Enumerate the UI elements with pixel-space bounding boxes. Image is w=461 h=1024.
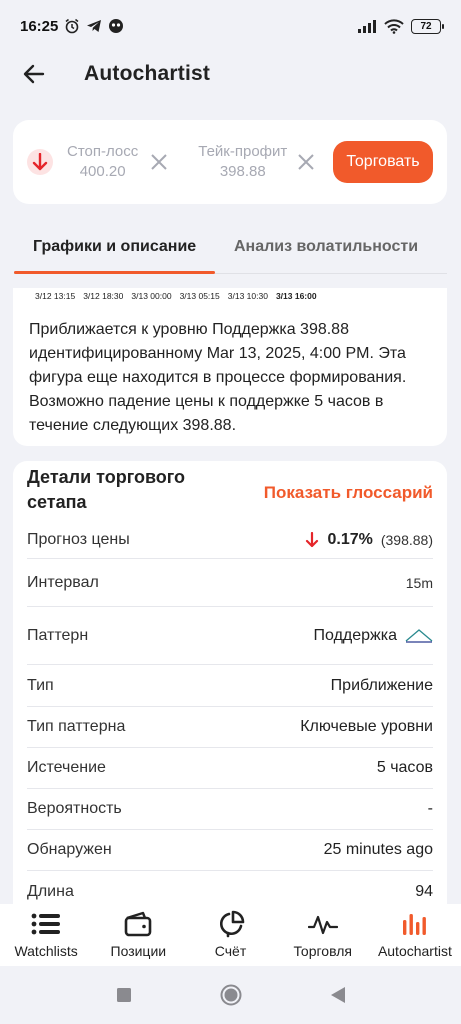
- active-tab-indicator: [14, 271, 215, 274]
- nav-label: Позиции: [110, 943, 167, 959]
- take-profit-label: Тейк-профит: [198, 143, 288, 160]
- detail-row-probability: Вероятность -: [27, 789, 433, 830]
- detail-value: 15m: [405, 574, 433, 591]
- detail-row-pattern-type: Тип паттерна Ключевые уровни: [27, 707, 433, 748]
- detail-label: Интервал: [27, 573, 99, 591]
- detail-row-detected: Обнаружен 25 minutes ago: [27, 830, 433, 871]
- time-tick: 3/13 00:00: [131, 291, 172, 301]
- detail-row-type: Тип Приближение: [27, 665, 433, 707]
- bar-signal-icon: [402, 911, 428, 937]
- detail-value: 25 minutes ago: [323, 841, 433, 858]
- list-icon: [31, 911, 61, 937]
- time-tick: 3/12 13:15: [35, 291, 76, 301]
- time-tick: 3/13 10:30: [227, 291, 268, 301]
- detail-row-interval: Интервал 15m: [27, 559, 433, 607]
- alarm-icon: [64, 18, 80, 34]
- detail-target-price: (398.88): [380, 531, 433, 548]
- detail-value: 94: [415, 882, 433, 900]
- stop-loss-label: Стоп-лосс: [67, 143, 139, 160]
- stop-loss-value: 400.20: [79, 163, 126, 180]
- system-navigation-bar: [0, 966, 461, 1024]
- wallet-icon: [124, 911, 152, 937]
- tab-volatility-analysis[interactable]: Анализ волатильности: [234, 222, 418, 272]
- nav-watchlists[interactable]: Watchlists: [0, 904, 92, 966]
- nav-trading[interactable]: Торговля: [277, 904, 369, 966]
- home-button[interactable]: [220, 984, 242, 1006]
- circle-icon: [220, 984, 241, 1006]
- tab-charts-description[interactable]: Графики и описание: [33, 222, 196, 272]
- trade-button[interactable]: Торговать: [333, 141, 433, 183]
- nav-positions[interactable]: Позиции: [92, 904, 184, 966]
- signal-icon: [357, 19, 377, 33]
- close-icon: [151, 154, 167, 170]
- detail-label: Истечение: [27, 759, 106, 776]
- nav-label: Watchlists: [14, 943, 78, 959]
- pie-chart-icon: [217, 910, 245, 938]
- detail-label: Тип: [27, 676, 54, 694]
- status-time: 16:25: [20, 17, 59, 35]
- bottom-navigation: Watchlists Позиции Счёт Торговля Autocha…: [0, 904, 461, 966]
- back-arrow-icon: [23, 64, 45, 84]
- line-chart-icon: [307, 911, 338, 937]
- stop-loss-field[interactable]: Стоп-лосс 400.20: [67, 142, 138, 182]
- app-notification-icon: [108, 18, 124, 34]
- back-button[interactable]: [14, 54, 54, 94]
- show-glossary-link[interactable]: Показать глоссарий: [264, 483, 433, 503]
- nav-autochartist[interactable]: Autochartist: [369, 904, 461, 966]
- time-tick: 3/13 16:00: [275, 291, 317, 301]
- detail-label: Вероятность: [27, 800, 122, 817]
- system-back-button[interactable]: [330, 986, 346, 1004]
- down-arrow-icon: [306, 531, 319, 547]
- detail-label: Паттерн: [27, 626, 89, 644]
- telegram-icon: [86, 18, 102, 34]
- recents-button[interactable]: [116, 987, 132, 1003]
- detail-value: 0.17%: [327, 530, 373, 548]
- nav-label: Autochartist: [377, 943, 452, 959]
- details-title: Детали торгового сетапа: [27, 467, 186, 512]
- app-header: Autochartist: [0, 52, 461, 96]
- detail-label: Обнаружен: [27, 841, 112, 858]
- take-profit-value: 398.88: [219, 163, 266, 180]
- tab-bar: Графики и описание Анализ волатильности: [0, 222, 461, 274]
- close-icon: [298, 154, 314, 170]
- support-pattern-icon: [405, 628, 433, 643]
- wifi-icon: [384, 18, 404, 34]
- chart-time-axis: 3/12 13:15 3/12 18:30 3/13 00:00 3/13 05…: [35, 288, 431, 304]
- detail-value: 5 часов: [376, 759, 433, 776]
- clear-stop-loss-button[interactable]: [148, 151, 170, 173]
- trade-setup-details-card: Детали торгового сетапа Показать глоссар…: [13, 461, 447, 911]
- detail-label: Длина: [27, 882, 74, 900]
- detail-label: Тип паттерна: [27, 718, 126, 735]
- take-profit-field[interactable]: Тейк-профит 398.88: [198, 142, 287, 182]
- nav-label: Счёт: [214, 943, 247, 959]
- pattern-description: Приближается к уровню Поддержка 398.88 и…: [29, 321, 407, 434]
- nav-account[interactable]: Счёт: [184, 904, 276, 966]
- detail-label: Прогноз цены: [27, 530, 130, 548]
- clear-take-profit-button[interactable]: [295, 151, 317, 173]
- sell-direction-icon[interactable]: [27, 149, 53, 175]
- triangle-back-icon: [330, 987, 345, 1003]
- detail-value: Поддержка: [313, 626, 397, 644]
- detail-value: -: [427, 800, 433, 817]
- detail-row-price-forecast: Прогноз цены 0.17% (398.88): [27, 521, 433, 559]
- detail-row-pattern: Паттерн Поддержка: [27, 607, 433, 665]
- pattern-description-card: 3/12 13:15 3/12 18:30 3/13 00:00 3/13 05…: [13, 288, 447, 446]
- status-bar: 16:25 72: [0, 0, 461, 52]
- order-card: Стоп-лосс 400.20 Тейк-профит 398.88 Торг…: [13, 120, 447, 204]
- time-tick: 3/12 18:30: [83, 291, 124, 301]
- battery-icon: 72: [411, 18, 444, 34]
- square-icon: [116, 988, 131, 1002]
- battery-level: 72: [420, 20, 432, 32]
- nav-label: Торговля: [293, 943, 352, 959]
- detail-value: Приближение: [330, 676, 433, 694]
- time-tick: 3/13 05:15: [179, 291, 220, 301]
- detail-row-expiry: Истечение 5 часов: [27, 748, 433, 789]
- detail-value: Ключевые уровни: [300, 718, 433, 735]
- page-title: Autochartist: [84, 62, 211, 85]
